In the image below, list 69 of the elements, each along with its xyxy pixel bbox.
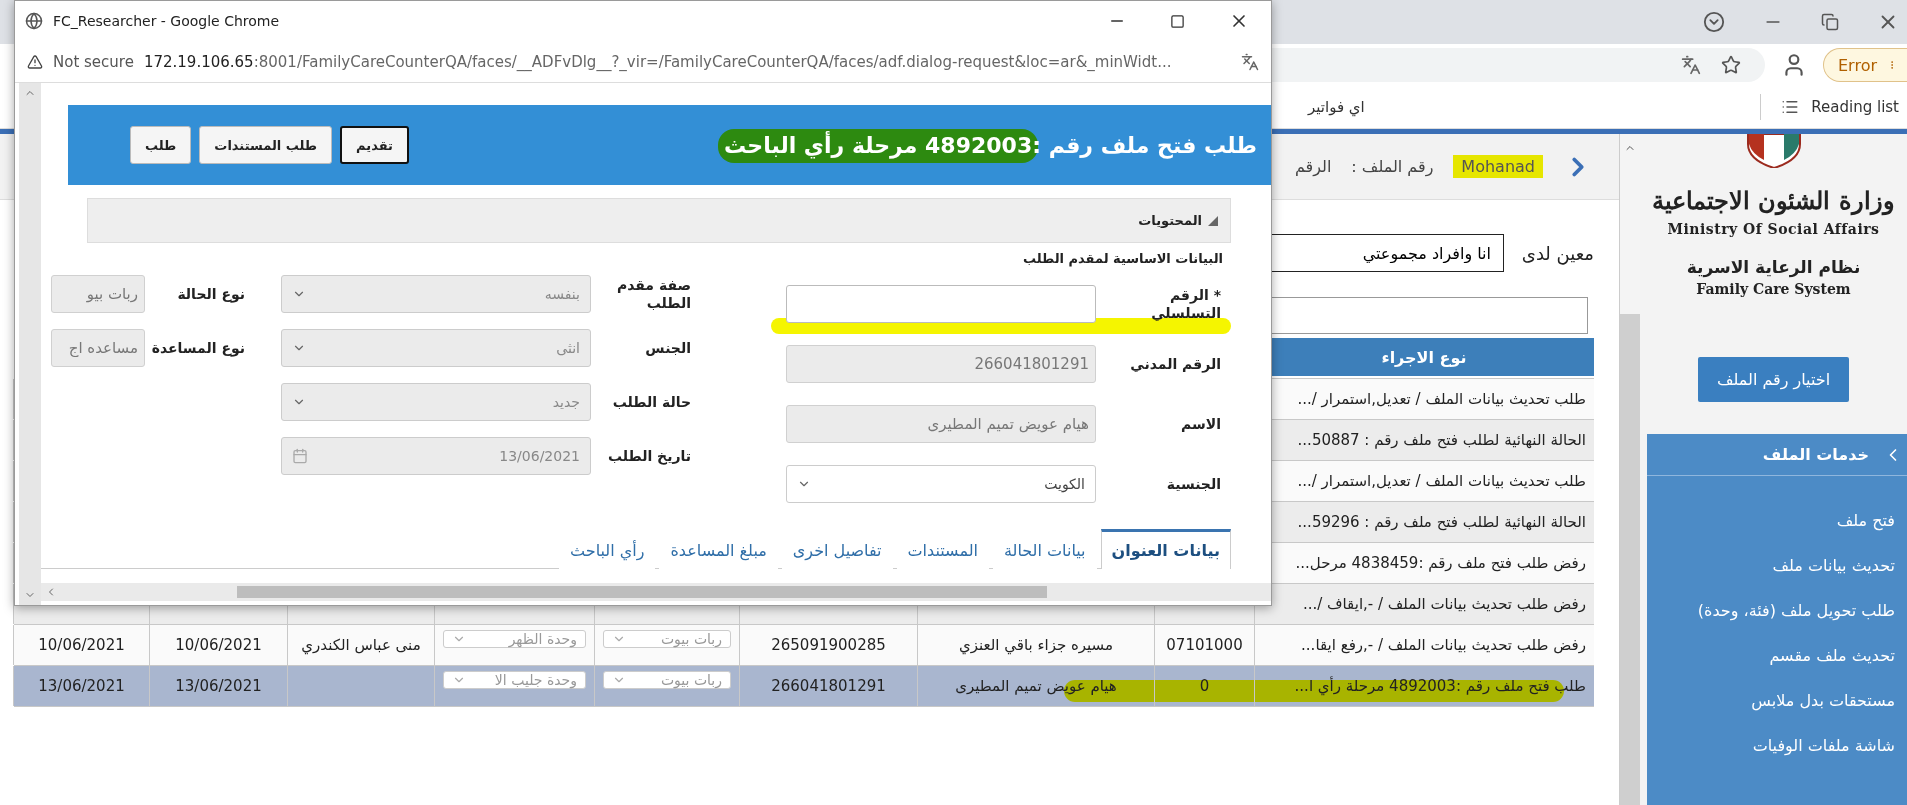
- section-title: المحتويات: [1138, 213, 1202, 228]
- translate-icon[interactable]: [1241, 52, 1259, 71]
- table-cell: منى عباس الكندري: [287, 625, 434, 665]
- table-cell: 266041801291: [739, 666, 917, 706]
- header-button[interactable]: تقديم: [340, 126, 409, 164]
- table-cell: رفض طلب تحديث بيانات الملف / -,رفع ايقا...: [1254, 625, 1594, 665]
- maximize-icon[interactable]: [1170, 13, 1185, 29]
- field-label: الجنسية: [1165, 474, 1221, 494]
- dropdown-field[interactable]: ربات بيوت: [603, 630, 731, 648]
- field-label: الرقم المدني: [1129, 354, 1221, 374]
- field-label: الجنس: [644, 338, 691, 358]
- ministry-name: وزارة الشئون الاجتماعية: [1652, 186, 1895, 215]
- section-header[interactable]: المحتويات: [87, 198, 1231, 243]
- security-label: Not secure: [53, 52, 134, 71]
- triangle-icon: [1208, 215, 1218, 226]
- dropdown-field[interactable]: وحدة الظهر: [443, 630, 586, 648]
- field-label: صفة مقدم الطلب: [615, 275, 691, 313]
- profile-error-button[interactable]: Error: [1823, 48, 1907, 82]
- menu-header[interactable]: خدمات الملف: [1647, 434, 1907, 476]
- warning-icon: [27, 53, 43, 70]
- field-label: حالة الطلب: [611, 392, 691, 412]
- table-cell: مسيره جزاء باقي العنزي: [917, 625, 1154, 665]
- dropdown-field[interactable]: ربات بيوت: [603, 671, 731, 689]
- select-file-button[interactable]: اختيار رقم الملف: [1698, 357, 1849, 402]
- window-title: FC_Researcher - Google Chrome: [53, 13, 280, 29]
- table-cell: 0: [1154, 666, 1254, 706]
- url-text: 172.19.106.65:8001/FamilyCareCounterQA/faces/__ADFvDlg__?_vir=/FamilyCareCounterQA/faces/adf.dialog-request&loc=ar&_minWidt...: [143, 52, 1172, 71]
- reading-list-link[interactable]: Reading list: [1811, 98, 1899, 116]
- menu-item[interactable]: طلب تحويل ملف (فئة، وحدة): [1647, 588, 1907, 633]
- field-label: الاسم: [1180, 414, 1221, 434]
- star-icon[interactable]: [1721, 55, 1741, 75]
- field-label: نوع المساعدة: [150, 338, 245, 358]
- table-cell: 13/06/2021: [13, 666, 149, 706]
- table-cell: 10/06/2021: [13, 625, 149, 665]
- dropdown-field[interactable]: وحدة جليب الا: [443, 671, 586, 689]
- menu-title: خدمات الملف: [1762, 445, 1869, 464]
- header-button[interactable]: طلب: [130, 126, 192, 164]
- tab[interactable]: بيانات العنوان: [1100, 529, 1231, 569]
- tab-search-icon[interactable]: [1703, 11, 1725, 33]
- table-cell: 13/06/2021: [149, 666, 287, 706]
- table-cell: 10/06/2021: [149, 625, 287, 665]
- scrollbar[interactable]: [41, 583, 1271, 601]
- header-button[interactable]: طلب المستندات: [199, 126, 333, 164]
- file-number-label: رقم الملف :: [1351, 157, 1434, 176]
- bookmark-link[interactable]: اي فواتير: [1308, 98, 1365, 116]
- system-name: Family Care System: [1696, 281, 1851, 297]
- ministry-name: Ministry Of Social Affairs: [1667, 221, 1880, 237]
- table-cell: 07101000: [1154, 625, 1254, 665]
- globe-icon: [25, 12, 43, 30]
- menu-item[interactable]: مستحقات بدل ملابس: [1647, 678, 1907, 723]
- scrollbar[interactable]: [1620, 134, 1640, 805]
- menu-item[interactable]: تحديث بيانات ملف: [1647, 543, 1907, 588]
- select-field[interactable]: الكويت: [786, 465, 1096, 503]
- number-label: الرقم: [1294, 157, 1332, 176]
- restore-icon[interactable]: [1821, 13, 1839, 31]
- reading-list-icon[interactable]: [1781, 98, 1800, 116]
- table-cell: 265091900285: [739, 625, 917, 665]
- text-field[interactable]: [786, 285, 1096, 323]
- field-label: * الرقم التسلسلي: [1150, 285, 1221, 323]
- user-name: Mohanad: [1453, 155, 1543, 178]
- menu-item[interactable]: تحديث ملف مقسم: [1647, 633, 1907, 678]
- menu-item[interactable]: شاشة ملفات الوفيات: [1647, 723, 1907, 768]
- menu-item[interactable]: فتح ملف: [1647, 498, 1907, 543]
- calendar-icon: [292, 448, 308, 464]
- field-label: نوع الحالة: [176, 284, 245, 304]
- field-label: تاريخ الطلب: [606, 446, 691, 466]
- assigned-label: معين لدى: [1520, 242, 1594, 264]
- system-name: نظام الرعاية الاسرية: [1686, 257, 1861, 277]
- translate-icon[interactable]: [1681, 55, 1701, 75]
